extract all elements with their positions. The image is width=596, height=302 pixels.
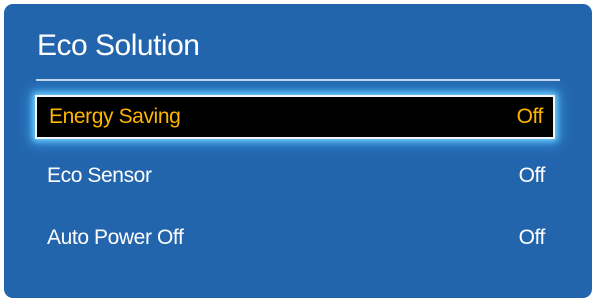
menu-item-eco-sensor[interactable]: Eco Sensor Off	[35, 154, 555, 198]
menu-item-value: Off	[516, 105, 544, 128]
menu-item-value: Off	[518, 226, 546, 249]
menu-item-label: Energy Saving	[49, 105, 181, 128]
menu-item-label: Auto Power Off	[47, 226, 184, 249]
title-divider	[36, 79, 560, 81]
eco-solution-panel: Eco Solution Energy Saving Off Eco Senso…	[4, 4, 592, 298]
menu-item-label: Eco Sensor	[47, 164, 152, 187]
menu-item-value: Off	[518, 164, 546, 187]
menu-item-energy-saving[interactable]: Energy Saving Off	[35, 95, 555, 139]
panel-title: Eco Solution	[37, 29, 200, 62]
menu-item-auto-power-off[interactable]: Auto Power Off Off	[35, 216, 555, 260]
